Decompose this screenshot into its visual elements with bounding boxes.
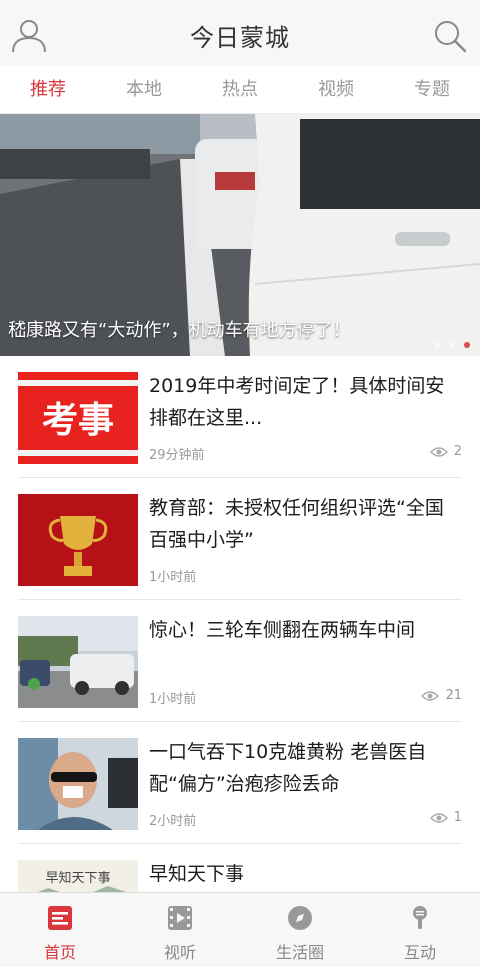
accident-thumbnail-image [18,616,138,708]
tab-special[interactable]: 专题 [384,66,480,113]
compass-icon [288,906,312,930]
nav-interact[interactable]: 互动 [360,893,480,967]
category-tabs: 推荐 本地 热点 视频 专题 [0,66,480,114]
news-headline: 惊心！三轮车侧翻在两辆车中间 [149,619,416,641]
news-headline: 一口气吞下10克雄黄粉 老兽医自配“偏方”治疱疹险丢命 [149,741,427,795]
thumb-text: 考事 [42,400,114,441]
microphone-icon [413,906,427,929]
nav-label: 首页 [43,943,76,962]
view-count: 21 [421,688,462,703]
tab-video[interactable]: 视频 [288,66,384,113]
news-time: 1小时前 [149,692,197,707]
carousel-dot [434,342,440,348]
view-count: 2 [429,444,462,459]
exam-thumbnail-image: 考事 [18,372,138,464]
nav-label: 视听 [163,943,196,962]
carousel-dot [449,342,455,348]
tab-hot[interactable]: 热点 [192,66,288,113]
featured-banner[interactable]: 嵇康路又有“大动作”，机动车有地方停了！ [0,114,480,356]
nav-label: 生活圈 [275,943,324,962]
news-thumbnail [18,616,138,708]
news-thumbnail [18,738,138,830]
news-time: 1小时前 [149,570,197,585]
news-item[interactable]: 考事 2019年中考时间定了！具体时间安排都在这里... 29分钟前 2 [18,356,462,478]
nav-home[interactable]: 首页 [0,893,120,967]
nav-label: 互动 [403,943,436,962]
eye-icon [429,446,448,457]
nav-life-circle[interactable]: 生活圈 [240,893,360,967]
banner-caption: 嵇康路又有“大动作”，机动车有地方停了！ [8,320,351,341]
home-news-icon [48,906,72,930]
top-bar: 今日蒙城 [0,0,480,66]
video-film-icon [168,906,192,930]
carousel-dot-active [464,342,470,348]
news-thumbnail: 考事 [18,372,138,464]
news-thumbnail [18,494,138,586]
view-count-value: 1 [453,810,462,825]
news-headline: 教育部：未授权任何组织评选“全国百强中小学” [149,497,444,551]
news-item[interactable]: 惊心！三轮车侧翻在两辆车中间 1小时前 21 [18,600,462,722]
patient-thumbnail-image [18,738,138,830]
news-time: 2小时前 [149,814,197,829]
view-count-value: 2 [453,444,462,459]
view-count-value: 21 [445,688,462,703]
news-time: 29分钟前 [149,448,205,463]
carousel-indicator [434,342,470,348]
news-item[interactable]: 教育部：未授权任何组织评选“全国百强中小学” 1小时前 [18,478,462,600]
news-headline: 2019年中考时间定了！具体时间安排都在这里... [149,375,445,429]
news-item[interactable]: 一口气吞下10克雄黄粉 老兽医自配“偏方”治疱疹险丢命 2小时前 1 [18,722,462,844]
news-headline: 早知天下事 [149,863,245,885]
tab-local[interactable]: 本地 [96,66,192,113]
eye-icon [429,812,448,823]
tab-recommend[interactable]: 推荐 [0,66,96,113]
nav-video[interactable]: 视听 [120,893,240,967]
trophy-thumbnail-image [18,494,138,586]
search-icon[interactable] [432,18,468,54]
view-count: 1 [429,810,462,825]
bottom-navigation: 首页 视听 生活圈 互动 [0,892,480,967]
app-title: 今日蒙城 [190,24,290,52]
eye-icon [421,690,440,701]
thumb-text: 早知天下事 [45,870,110,886]
